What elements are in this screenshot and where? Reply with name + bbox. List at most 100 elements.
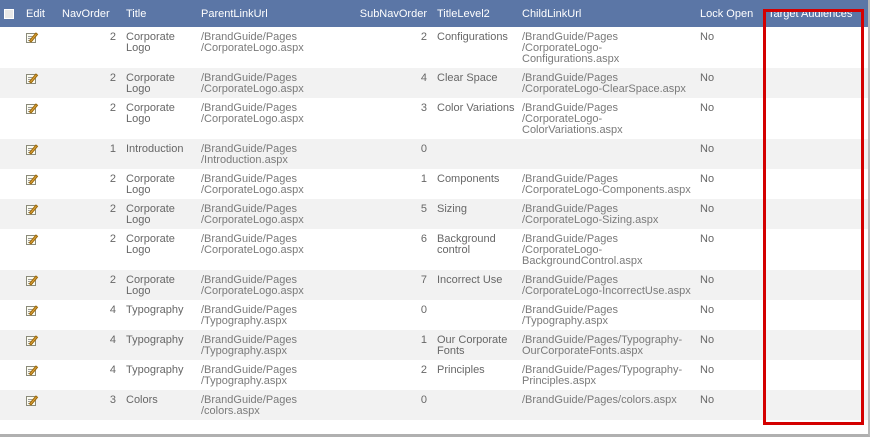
childlinkurl-cell: /BrandGuide/Pages/CorporateLogo- ColorVar… [518, 98, 696, 139]
table-row[interactable]: 2 Corporate Logo/BrandGuide/Pages/Corporat… [0, 98, 868, 139]
row-select-cell[interactable] [0, 229, 22, 270]
column-header-subnavorder[interactable]: SubNavOrder [350, 0, 433, 27]
parentlinkurl-cell: /BrandGuide/Pages/CorporateLogo.aspx [197, 199, 350, 229]
childlinkurl-cell: /BrandGuide/Pages/CorporateLogo- Backgrou… [518, 229, 696, 270]
row-select-cell[interactable] [0, 68, 22, 98]
edit-icon[interactable] [26, 335, 39, 347]
table-row[interactable]: 2 Corporate Logo/BrandGuide/Pages/Corporat… [0, 169, 868, 199]
table-row[interactable]: 2 Corporate Logo/BrandGuide/Pages/Corporat… [0, 229, 868, 270]
targetaudiences-cell [764, 330, 868, 360]
row-select-cell[interactable] [0, 139, 22, 169]
table-row[interactable]: 2 Corporate Logo/BrandGuide/Pages/Corporat… [0, 27, 868, 68]
edit-icon[interactable] [26, 103, 39, 115]
edit-icon[interactable] [26, 365, 39, 377]
title-cell: Corporate Logo [122, 199, 197, 229]
cell-line: /CorporateLogo.aspx [201, 83, 304, 95]
subnavorder-cell: 0 [350, 390, 433, 420]
lockopen-cell: No [696, 139, 764, 169]
row-select-cell[interactable] [0, 199, 22, 229]
table-row[interactable]: 4 Typography/BrandGuide/Pages/Typography.… [0, 330, 868, 360]
titlelevel2-cell: Background control [433, 229, 518, 270]
cell-line: Typography [126, 364, 184, 376]
edit-icon[interactable] [26, 32, 39, 44]
select-all-checkbox[interactable] [4, 8, 14, 19]
select-all-header[interactable] [0, 0, 22, 27]
navorder-cell: 3 [58, 390, 122, 420]
cell-line: Typography [126, 334, 184, 346]
cell-line: control [437, 244, 471, 256]
navorder-cell: 2 [58, 68, 122, 98]
table-row[interactable]: 1 Introduction/BrandGuide/Pages/Introduct… [0, 139, 868, 169]
cell-line: Logo [126, 42, 151, 54]
edit-icon[interactable] [26, 234, 39, 246]
childlinkurl-cell: /BrandGuide/Pages/colors.aspx [518, 390, 696, 420]
parentlinkurl-cell: /BrandGuide/Pages/CorporateLogo.aspx [197, 229, 350, 270]
title-cell: Typography [122, 300, 197, 330]
edit-icon[interactable] [26, 174, 39, 186]
lockopen-cell: No [700, 173, 715, 185]
cell-line: /CorporateLogo.aspx [201, 285, 304, 297]
header-row: Edit NavOrder Title ParentLinkUrl SubNav… [0, 0, 868, 27]
parentlinkurl-cell: /BrandGuide/Pages/CorporateLogo.aspx [197, 68, 350, 98]
edit-icon[interactable] [26, 395, 39, 407]
edit-cell [22, 270, 58, 300]
row-select-cell[interactable] [0, 98, 22, 139]
lockopen-cell: No [696, 270, 764, 300]
row-select-cell[interactable] [0, 270, 22, 300]
row-select-cell[interactable] [0, 330, 22, 360]
row-select-cell[interactable] [0, 169, 22, 199]
column-header-childlinkurl[interactable]: ChildLinkUrl [518, 0, 696, 27]
parentlinkurl-cell: /BrandGuide/Pages/Typography.aspx [197, 360, 350, 390]
edit-icon[interactable] [26, 204, 39, 216]
table-row[interactable]: 2 Corporate Logo/BrandGuide/Pages/Corporat… [0, 199, 868, 229]
row-select-cell[interactable] [0, 300, 22, 330]
list-view: Edit NavOrder Title ParentLinkUrl SubNav… [0, 0, 870, 437]
row-select-cell[interactable] [0, 27, 22, 68]
column-header-lockopen[interactable]: Lock Open [696, 0, 764, 27]
parentlinkurl-cell: /BrandGuide/Pages/CorporateLogo.aspx [197, 169, 350, 199]
column-header-navorder[interactable]: NavOrder [58, 0, 122, 27]
subnavorder-cell: 5 [350, 199, 433, 229]
subnavorder-cell: 7 [350, 270, 433, 300]
cell-line: /Typography.aspx [201, 375, 288, 387]
parentlinkurl-cell: /BrandGuide/Pages/CorporateLogo.aspx [197, 98, 350, 139]
subnavorder-cell: 3 [420, 102, 427, 114]
titlelevel2-cell: Our Corporate Fonts [433, 330, 518, 360]
cell-line: Components [437, 173, 500, 185]
column-header-parentlinkurl[interactable]: ParentLinkUrl [197, 0, 350, 27]
table-row[interactable]: 4 Typography/BrandGuide/Pages/Typography.… [0, 360, 868, 390]
targetaudiences-cell [764, 360, 868, 390]
table-row[interactable]: 3 Colors/BrandGuide/Pages/colors.aspx 0/Br… [0, 390, 868, 420]
cell-line: Introduction [126, 143, 184, 155]
subnavorder-cell: 1 [350, 330, 433, 360]
column-header-title[interactable]: Title [122, 0, 197, 27]
edit-icon[interactable] [26, 275, 39, 287]
column-header-titlelevel2[interactable]: TitleLevel2 [433, 0, 518, 27]
childlinkurl-cell [518, 139, 696, 169]
title-cell: Colors [122, 390, 197, 420]
cell-line: Principles.aspx [522, 375, 596, 387]
targetaudiences-cell [764, 229, 868, 270]
cell-line: /CorporateLogo.aspx [201, 113, 304, 125]
targetaudiences-cell [764, 139, 868, 169]
titlelevel2-cell: Sizing [433, 199, 518, 229]
edit-cell [22, 199, 58, 229]
cell-line: Fonts [437, 345, 465, 357]
titlelevel2-cell: Color Variations [433, 98, 518, 139]
row-select-cell[interactable] [0, 390, 22, 420]
row-select-cell[interactable] [0, 360, 22, 390]
edit-cell [22, 27, 58, 68]
table-row[interactable]: 2 Corporate Logo/BrandGuide/Pages/Corporat… [0, 68, 868, 98]
column-header-targetaudiences[interactable]: Target Audiences [764, 0, 868, 27]
edit-icon[interactable] [26, 73, 39, 85]
edit-icon[interactable] [26, 144, 39, 156]
cell-line: Logo [126, 113, 151, 125]
cell-line: Incorrect Use [437, 274, 503, 286]
childlinkurl-cell: /BrandGuide/Pages/CorporateLogo-ClearSpa… [518, 68, 696, 98]
table-row[interactable]: 2 Corporate Logo/BrandGuide/Pages/Corporat… [0, 270, 868, 300]
navorder-cell: 4 [109, 304, 116, 316]
table-row[interactable]: 4 Typography/BrandGuide/Pages/Typography.… [0, 300, 868, 330]
subnavorder-cell: 4 [350, 68, 433, 98]
cell-line: BackgroundControl.aspx [522, 255, 643, 267]
edit-icon[interactable] [26, 305, 39, 317]
